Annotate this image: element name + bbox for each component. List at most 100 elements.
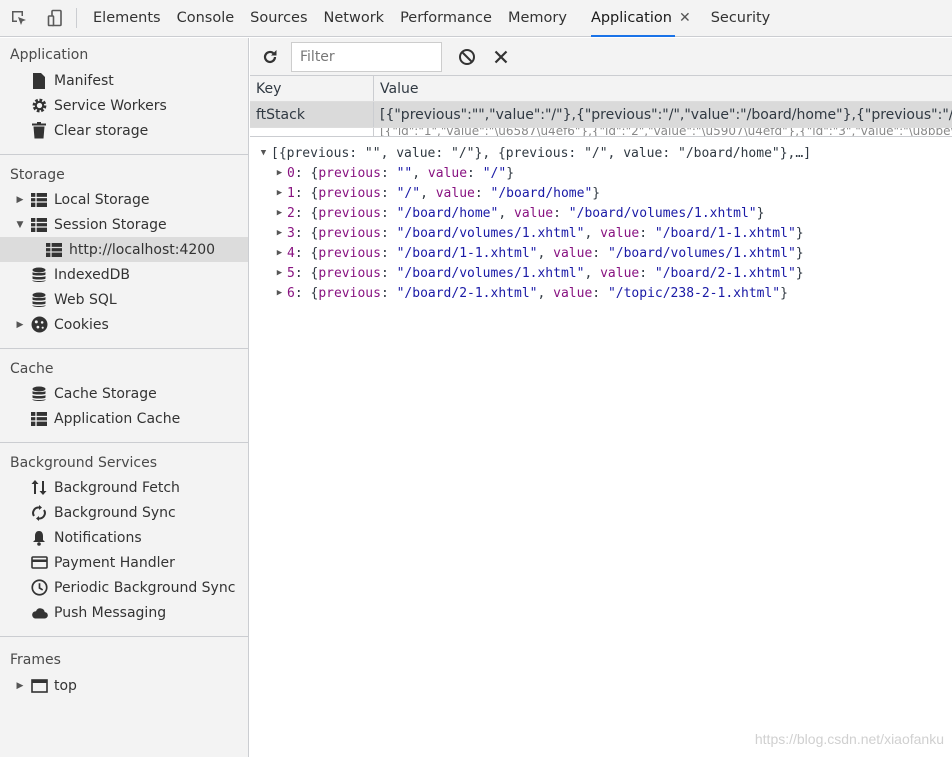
clear-all-button[interactable] (453, 43, 481, 71)
sidebar-item-label: Cache Storage (54, 385, 157, 402)
sidebar-item-top-frame[interactable]: ▶ top (0, 673, 248, 698)
expand-arrow-icon[interactable]: ▶ (274, 248, 285, 258)
section-title: Application (10, 47, 89, 63)
sidebar-item-label: top (54, 677, 77, 694)
sidebar-item-label: Application Cache (54, 410, 181, 427)
section-storage: Storage ▶ Local Storage ▼ Session Storag… (0, 155, 248, 349)
application-sidebar: Application Manifest Service Workers Cle… (0, 38, 249, 757)
sidebar-item-push-messaging[interactable]: Push Messaging (0, 600, 248, 625)
clock-icon (30, 579, 48, 597)
tree-index: 5 (287, 265, 295, 281)
close-icon[interactable]: ✕ (679, 10, 691, 26)
sidebar-item-label: Service Workers (54, 97, 167, 114)
expand-arrow-icon[interactable]: ▶ (274, 188, 285, 198)
tab-console[interactable]: Console (169, 0, 243, 37)
collapse-arrow-icon[interactable]: ▼ (15, 220, 25, 230)
sidebar-item-label: Push Messaging (54, 604, 167, 621)
filter-input[interactable] (291, 41, 442, 72)
row-key[interactable]: ftStack (250, 102, 374, 127)
row-value[interactable]: [{"previous":"","value":"/"},{"previous"… (374, 102, 952, 127)
sidebar-item-background-fetch[interactable]: Background Fetch (0, 475, 248, 500)
section-title: Frames (10, 652, 61, 668)
expand-arrow-icon[interactable]: ▶ (15, 681, 25, 691)
expand-arrow-icon[interactable]: ▶ (15, 320, 25, 330)
inspect-element-icon[interactable] (0, 0, 37, 37)
row-value[interactable]: [{"id":"1","value":"\u6587\u4ef6"},{"id"… (374, 128, 952, 136)
tree-item[interactable]: ▶ 3: {previous: "/board/volumes/1.xhtml"… (250, 223, 952, 243)
column-header-value[interactable]: Value (374, 76, 952, 101)
section-background-services: Background Services Background Fetch Bac… (0, 443, 248, 637)
table-grid-icon (30, 191, 48, 209)
sidebar-item-label: Session Storage (54, 216, 167, 233)
tree-item[interactable]: ▶ 0: {previous: "", value: "/"} (250, 163, 952, 183)
sidebar-item-cookies[interactable]: ▶ Cookies (0, 312, 248, 337)
tree-previous: "/board/1-1.xhtml" (396, 245, 538, 261)
expand-arrow-icon[interactable]: ▶ (15, 195, 25, 205)
sidebar-item-application-cache[interactable]: Application Cache (0, 406, 248, 431)
refresh-button[interactable] (256, 43, 284, 71)
sidebar-item-payment-handler[interactable]: Payment Handler (0, 550, 248, 575)
sidebar-item-web-sql[interactable]: Web SQL (0, 287, 248, 312)
tree-index: 3 (287, 225, 295, 241)
trash-icon (30, 122, 48, 140)
tree-index: 2 (287, 205, 295, 221)
tree-item[interactable]: ▶ 2: {previous: "/board/home", value: "/… (250, 203, 952, 223)
sidebar-item-localhost[interactable]: http://localhost:4200 (0, 237, 248, 262)
tree-root[interactable]: ▼ [{previous: "", value: "/"}, {previous… (250, 143, 952, 163)
sidebar-item-label: Background Sync (54, 504, 176, 521)
row-key[interactable] (250, 128, 374, 136)
sidebar-item-local-storage[interactable]: ▶ Local Storage (0, 187, 248, 212)
sidebar-item-manifest[interactable]: Manifest (0, 68, 248, 93)
expand-arrow-icon[interactable]: ▶ (274, 288, 285, 298)
expand-arrow-icon[interactable]: ▶ (274, 268, 285, 278)
sidebar-item-background-sync[interactable]: Background Sync (0, 500, 248, 525)
tab-application-label: Application (590, 10, 672, 26)
database-icon (30, 291, 48, 309)
table-row[interactable]: ftStack [{"previous":"","value":"/"},{"p… (250, 102, 952, 128)
expand-arrow-icon[interactable]: ▶ (274, 168, 285, 178)
sidebar-item-cache-storage[interactable]: Cache Storage (0, 381, 248, 406)
expand-arrow-icon[interactable]: ▶ (274, 208, 285, 218)
tree-index: 1 (287, 185, 295, 201)
tree-value: "/board/volumes/1.xhtml" (568, 205, 757, 221)
tree-index: 0 (287, 165, 295, 181)
cookie-icon (30, 316, 48, 334)
device-toolbar-icon[interactable] (37, 0, 74, 37)
tab-memory[interactable]: Memory (500, 0, 575, 37)
tab-performance[interactable]: Performance (392, 0, 500, 37)
table-grid-icon (30, 216, 48, 234)
sidebar-item-label: Clear storage (54, 122, 149, 139)
tree-value: "/topic/238-2-1.xhtml" (607, 285, 781, 301)
column-header-key[interactable]: Key (250, 76, 374, 101)
sidebar-item-clear-storage[interactable]: Clear storage (0, 118, 248, 143)
toolbar-divider (76, 8, 77, 28)
close-icon (494, 50, 508, 63)
sidebar-item-periodic-background-sync[interactable]: Periodic Background Sync (0, 575, 248, 600)
tab-application[interactable]: Application ✕ (583, 0, 699, 37)
bell-icon (30, 529, 48, 547)
collapse-arrow-icon[interactable]: ▼ (258, 148, 269, 158)
sidebar-item-label: Cookies (54, 316, 109, 333)
tree-item[interactable]: ▶ 6: {previous: "/board/2-1.xhtml", valu… (250, 283, 952, 303)
expand-arrow-icon[interactable]: ▶ (274, 228, 285, 238)
sidebar-item-service-workers[interactable]: Service Workers (0, 93, 248, 118)
tree-item[interactable]: ▶ 4: {previous: "/board/1-1.xhtml", valu… (250, 243, 952, 263)
cloud-icon (30, 604, 48, 622)
tab-sources[interactable]: Sources (242, 0, 315, 37)
tab-network[interactable]: Network (316, 0, 393, 37)
tree-value: "/board/volumes/1.xhtml" (607, 245, 796, 261)
tree-item[interactable]: ▶ 1: {previous: "/", value: "/board/home… (250, 183, 952, 203)
sidebar-item-notifications[interactable]: Notifications (0, 525, 248, 550)
tree-item[interactable]: ▶ 5: {previous: "/board/volumes/1.xhtml"… (250, 263, 952, 283)
delete-selected-button[interactable] (487, 43, 515, 71)
section-frames: Frames ▶ top (0, 637, 248, 698)
tab-security[interactable]: Security (703, 0, 779, 37)
sidebar-item-label: Background Fetch (54, 479, 180, 496)
sidebar-item-session-storage[interactable]: ▼ Session Storage (0, 212, 248, 237)
table-row[interactable]: [{"id":"1","value":"\u6587\u4ef6"},{"id"… (250, 128, 952, 136)
refresh-icon (263, 49, 277, 63)
tab-elements[interactable]: Elements (85, 0, 169, 37)
sidebar-item-label: Web SQL (54, 291, 117, 308)
sidebar-item-indexeddb[interactable]: IndexedDB (0, 262, 248, 287)
storage-toolbar (250, 38, 952, 76)
